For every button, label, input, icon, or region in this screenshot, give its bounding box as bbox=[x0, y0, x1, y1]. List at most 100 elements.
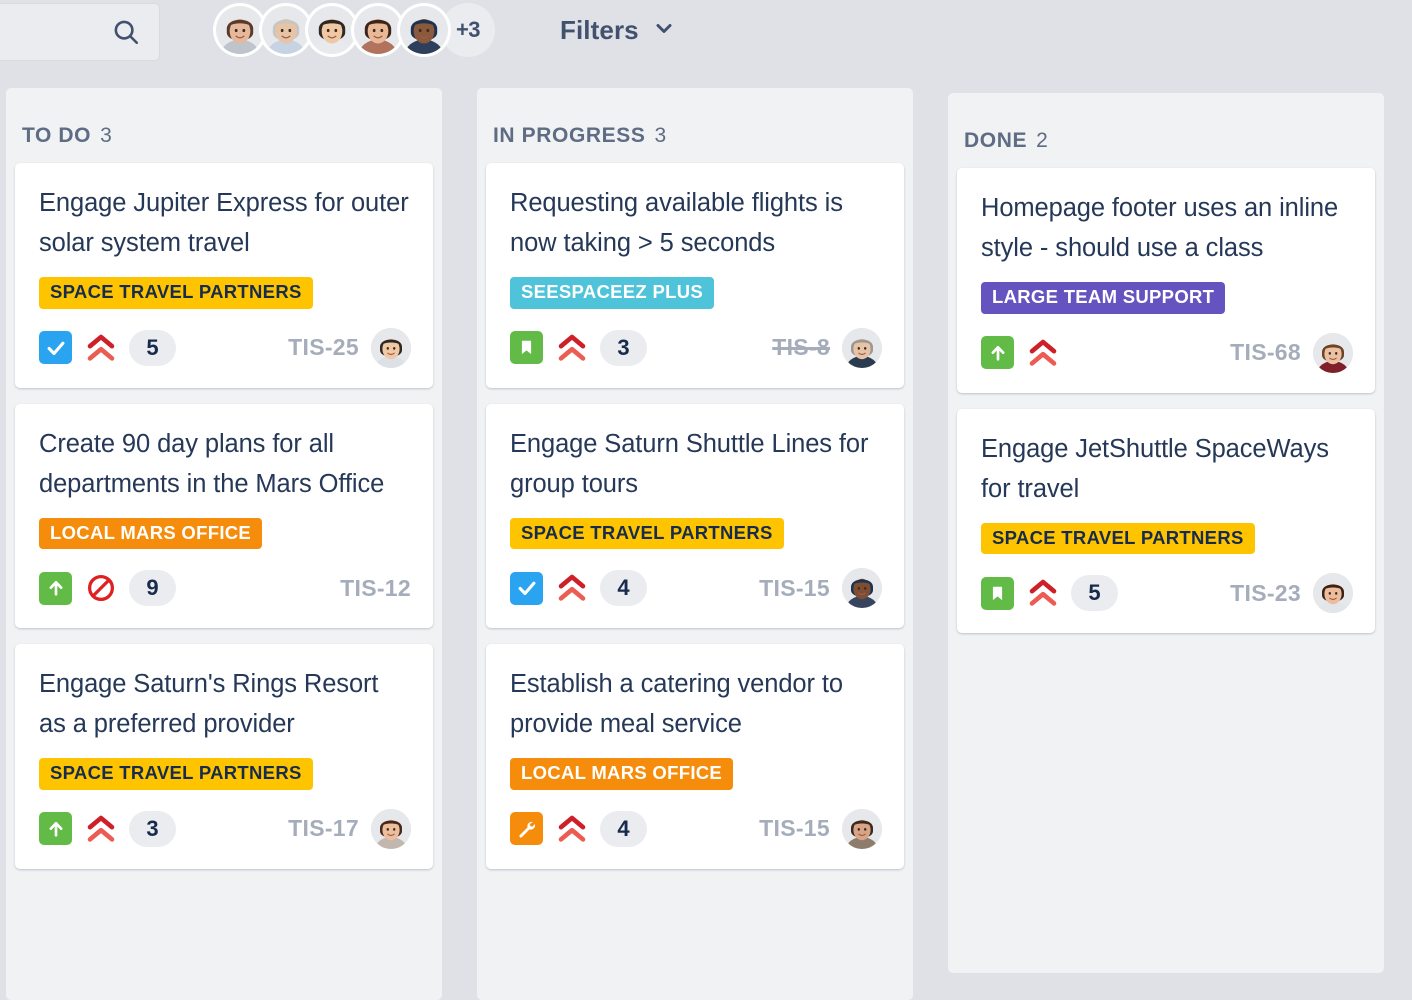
issue-card[interactable]: Establish a catering vendor to provide m… bbox=[486, 644, 904, 869]
issue-card[interactable]: Homepage footer uses an inline style - s… bbox=[957, 168, 1375, 393]
issue-card[interactable]: Engage Jupiter Express for outer solar s… bbox=[15, 163, 433, 388]
column-count: 2 bbox=[1036, 129, 1048, 152]
priority-blocker-icon bbox=[84, 573, 117, 604]
issue-card[interactable]: Engage Saturn's Rings Resort as a prefer… bbox=[15, 644, 433, 869]
issue-card-footer: 5 TIS-23 bbox=[981, 573, 1353, 613]
avatar-image bbox=[400, 6, 448, 54]
epic-tag[interactable]: SPACE TRAVEL PARTNERS bbox=[39, 277, 313, 309]
avatar-illustration bbox=[308, 6, 356, 54]
avatar[interactable] bbox=[1313, 573, 1353, 613]
issue-card-footer: 3 TIS-17 bbox=[39, 808, 411, 849]
issue-key[interactable]: TIS-15 bbox=[759, 575, 830, 602]
issue-meta-right: TIS-17 bbox=[288, 808, 411, 849]
avatar-group[interactable]: +3 bbox=[213, 3, 495, 57]
epic-tag[interactable]: LOCAL MARS OFFICE bbox=[510, 758, 734, 790]
kanban-board: TO DO 3 Engage Jupiter Express for outer… bbox=[0, 88, 1412, 1000]
epic-tag[interactable]: SPACE TRAVEL PARTNERS bbox=[39, 758, 313, 790]
story-points-badge: 3 bbox=[600, 329, 647, 366]
avatar[interactable] bbox=[842, 568, 882, 608]
issue-meta-left: 3 bbox=[39, 810, 176, 847]
story-points-badge: 5 bbox=[129, 329, 176, 366]
story-arrow-up-icon bbox=[981, 336, 1014, 369]
avatar[interactable] bbox=[842, 327, 882, 368]
issue-title: Engage Saturn Shuttle Lines for group to… bbox=[510, 429, 869, 498]
avatar-illustration bbox=[371, 327, 411, 368]
issue-key[interactable]: TIS-8 bbox=[772, 334, 830, 361]
avatar[interactable] bbox=[397, 3, 451, 57]
epic-tag[interactable]: SEESPACEEZ PLUS bbox=[510, 277, 715, 309]
avatar[interactable] bbox=[371, 808, 411, 849]
issue-key[interactable]: TIS-68 bbox=[1230, 339, 1301, 366]
priority-highest-icon bbox=[555, 813, 588, 844]
issue-meta-left: 3 bbox=[510, 329, 647, 366]
epic-tag[interactable]: LOCAL MARS OFFICE bbox=[39, 517, 263, 549]
column-title: IN PROGRESS bbox=[493, 124, 646, 147]
issue-meta-left: 9 bbox=[39, 570, 176, 606]
avatar-illustration bbox=[842, 568, 882, 608]
issue-key[interactable]: TIS-17 bbox=[288, 815, 359, 842]
task-checkbox-icon bbox=[510, 571, 543, 605]
avatar-illustration bbox=[1313, 573, 1353, 613]
avatar-image bbox=[216, 6, 264, 54]
story-points-badge: 4 bbox=[600, 810, 647, 847]
avatar-illustration bbox=[354, 6, 402, 54]
board-column-done: DONE 2 Homepage footer uses an inline st… bbox=[948, 93, 1384, 973]
bug-wrench-icon bbox=[510, 812, 543, 845]
issue-title: Engage JetShuttle SpaceWays for travel bbox=[981, 434, 1329, 503]
column-title: TO DO bbox=[22, 124, 92, 147]
column-header: IN PROGRESS 3 bbox=[486, 88, 904, 163]
epic-tag[interactable]: SPACE TRAVEL PARTNERS bbox=[981, 522, 1255, 554]
avatar[interactable] bbox=[842, 808, 882, 849]
board-column-inprogress: IN PROGRESS 3 Requesting available fligh… bbox=[477, 88, 913, 1000]
column-count: 3 bbox=[100, 124, 112, 147]
avatar-illustration bbox=[1313, 332, 1353, 373]
issue-meta-right: TIS-68 bbox=[1230, 332, 1353, 373]
issue-card[interactable]: Requesting available flights is now taki… bbox=[486, 163, 904, 388]
issue-key[interactable]: TIS-25 bbox=[288, 334, 359, 361]
issue-meta-right: TIS-15 bbox=[759, 808, 882, 849]
issue-title: Requesting available flights is now taki… bbox=[510, 189, 843, 257]
priority-highest-icon bbox=[555, 332, 588, 363]
task-checkbox-icon bbox=[39, 331, 72, 364]
issue-key[interactable]: TIS-23 bbox=[1230, 580, 1301, 607]
priority-highest-icon bbox=[84, 813, 117, 844]
epic-tag[interactable]: LARGE TEAM SUPPORT bbox=[981, 282, 1226, 314]
issue-meta-right: TIS-12 bbox=[340, 575, 411, 602]
issue-meta-right: TIS-23 bbox=[1230, 573, 1353, 613]
filters-label: Filters bbox=[560, 14, 639, 45]
search-icon bbox=[111, 17, 141, 47]
issue-card[interactable]: Create 90 day plans for all departments … bbox=[15, 403, 433, 628]
issue-card[interactable]: Engage JetShuttle SpaceWays for travel S… bbox=[957, 408, 1375, 633]
priority-highest-icon bbox=[84, 332, 117, 363]
board-toolbar: +3 Filters bbox=[0, 0, 1412, 88]
column-title: DONE bbox=[964, 129, 1028, 152]
story-bookmark-icon bbox=[981, 576, 1014, 610]
issue-key[interactable]: TIS-12 bbox=[340, 575, 411, 602]
issue-meta-right: TIS-25 bbox=[288, 327, 411, 368]
column-count: 3 bbox=[654, 124, 667, 147]
issue-card-footer: 9 TIS-12 bbox=[39, 568, 411, 608]
priority-highest-icon bbox=[555, 573, 588, 604]
issue-title: Engage Jupiter Express for outer solar s… bbox=[39, 189, 409, 257]
avatar[interactable] bbox=[1313, 332, 1353, 373]
story-points-badge: 3 bbox=[129, 810, 176, 847]
issue-title: Create 90 day plans for all departments … bbox=[39, 429, 385, 498]
story-arrow-up-icon bbox=[39, 812, 72, 845]
avatar-image bbox=[262, 6, 310, 54]
filters-dropdown[interactable]: Filters bbox=[560, 3, 676, 57]
epic-tag[interactable]: SPACE TRAVEL PARTNERS bbox=[510, 517, 784, 549]
board-column-todo: TO DO 3 Engage Jupiter Express for outer… bbox=[6, 88, 442, 1000]
search-input[interactable] bbox=[0, 3, 160, 61]
priority-highest-icon bbox=[1026, 578, 1059, 609]
avatar-illustration bbox=[371, 808, 411, 849]
issue-key[interactable]: TIS-15 bbox=[759, 815, 830, 842]
issue-meta-left: 5 bbox=[981, 575, 1118, 611]
issue-meta-left: 5 bbox=[39, 329, 176, 366]
column-header: TO DO 3 bbox=[15, 88, 433, 163]
avatar-image bbox=[308, 6, 356, 54]
issue-card[interactable]: Engage Saturn Shuttle Lines for group to… bbox=[486, 403, 904, 628]
avatar-illustration bbox=[842, 808, 882, 849]
avatar[interactable] bbox=[371, 327, 411, 368]
issue-card-footer: 4 TIS-15 bbox=[510, 808, 882, 849]
issue-meta-left: 4 bbox=[510, 810, 647, 847]
